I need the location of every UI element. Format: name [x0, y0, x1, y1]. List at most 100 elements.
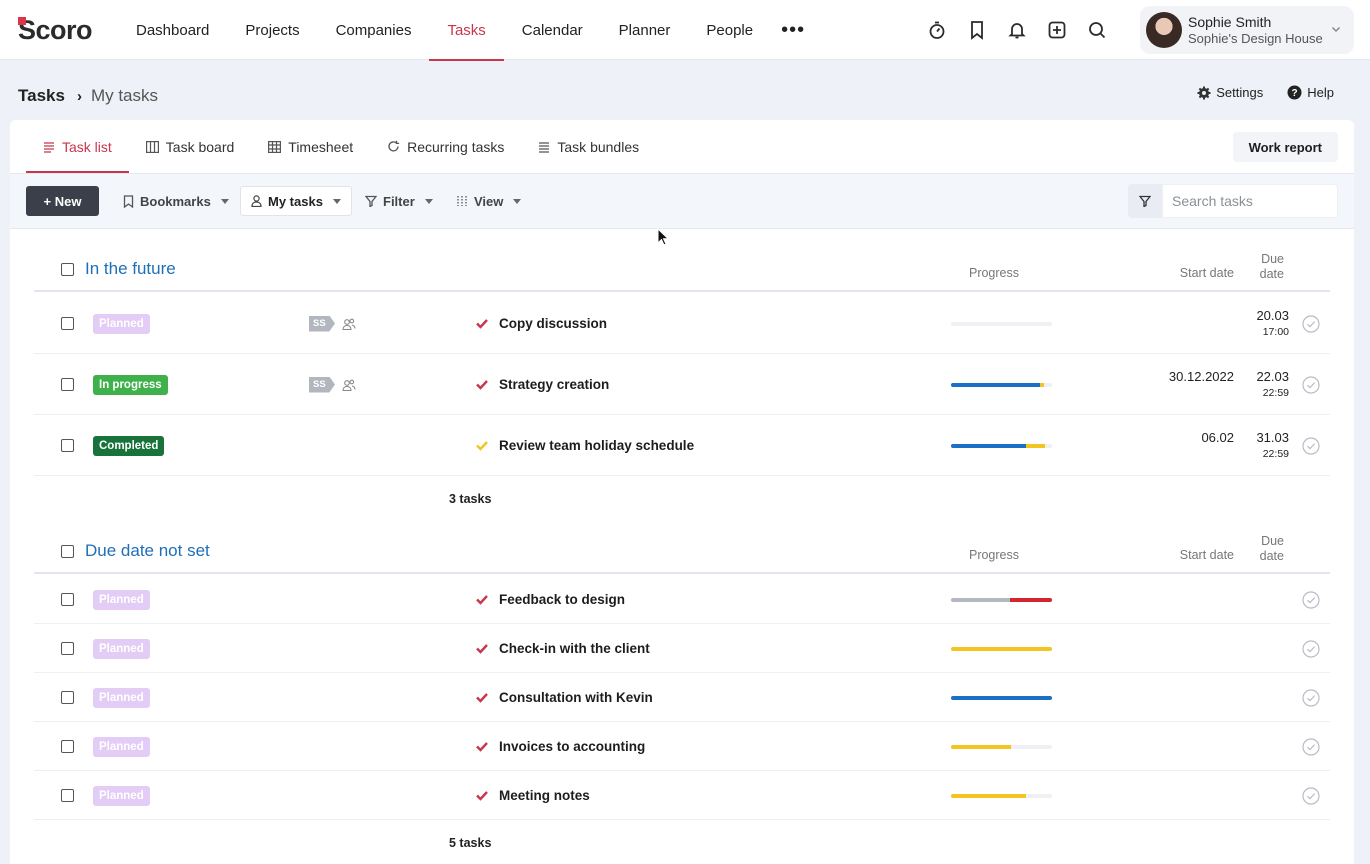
complete-task-icon[interactable]: [1302, 737, 1320, 756]
progress-bar: [951, 382, 1052, 387]
task-row[interactable]: Planned Check-in with the client: [34, 624, 1330, 673]
bell-icon[interactable]: [1005, 16, 1029, 44]
status-badge[interactable]: Planned: [93, 785, 150, 806]
complete-task-icon[interactable]: [1302, 688, 1320, 707]
task-select-checkbox[interactable]: [61, 316, 74, 330]
tab-label: Timesheet: [288, 138, 354, 155]
people-icon[interactable]: [342, 317, 356, 331]
task-name[interactable]: Copy discussion: [499, 316, 607, 331]
task-row[interactable]: Planned SS Copy discussion 20.03 17:00: [34, 293, 1330, 354]
group-title[interactable]: In the future: [85, 259, 176, 279]
nav-more-button[interactable]: •••: [771, 0, 815, 60]
task-row[interactable]: Planned Feedback to design: [34, 575, 1330, 624]
task-select-checkbox[interactable]: [61, 377, 74, 391]
task-name[interactable]: Consultation with Kevin: [499, 690, 653, 705]
user-menu[interactable]: Sophie Smith Sophie's Design House: [1140, 6, 1354, 54]
people-icon[interactable]: [342, 378, 356, 392]
nav-item-planner[interactable]: Planner: [601, 0, 689, 60]
task-select-checkbox[interactable]: [61, 641, 74, 655]
group-select-checkbox[interactable]: [61, 263, 74, 276]
priority-check-icon: [476, 594, 488, 605]
column-header-progress: Progress: [968, 548, 1020, 562]
priority-check-icon: [476, 318, 488, 329]
assignee-tag[interactable]: SS: [309, 315, 335, 332]
tab-recurring-tasks[interactable]: Recurring tasks: [370, 120, 521, 173]
task-row[interactable]: Planned Consultation with Kevin: [34, 673, 1330, 722]
work-report-button[interactable]: Work report: [1232, 132, 1338, 162]
tab-timesheet[interactable]: Timesheet: [251, 120, 370, 173]
add-icon[interactable]: [1045, 16, 1069, 44]
refresh-icon: [388, 140, 400, 152]
svg-text:?: ?: [1292, 88, 1298, 99]
start-date: 30.12.2022: [1168, 368, 1234, 384]
status-badge[interactable]: Planned: [93, 736, 150, 757]
progress-bar: [951, 695, 1052, 700]
nav-item-projects[interactable]: Projects: [227, 0, 317, 60]
nav-item-calendar[interactable]: Calendar: [504, 0, 601, 60]
group-task-count: 5 tasks: [449, 836, 492, 850]
nav-item-tasks[interactable]: Tasks: [429, 0, 505, 61]
scoro-logo[interactable]: Scoro: [18, 15, 93, 45]
task-select-checkbox[interactable]: [61, 592, 74, 606]
my-tasks-label: My tasks: [268, 193, 323, 209]
task-name[interactable]: Check-in with the client: [499, 641, 650, 656]
help-link[interactable]: ? Help: [1287, 85, 1334, 100]
task-name[interactable]: Invoices to accounting: [499, 739, 645, 754]
tab-label: Recurring tasks: [407, 138, 505, 155]
status-badge[interactable]: Completed: [93, 435, 165, 456]
breadcrumb-root[interactable]: Tasks: [18, 86, 65, 106]
group-select-checkbox[interactable]: [61, 545, 74, 558]
filter-dropdown[interactable]: Filter: [355, 186, 443, 216]
nav-item-companies[interactable]: Companies: [318, 0, 430, 60]
search-input[interactable]: [1162, 184, 1338, 218]
status-badge[interactable]: In progress: [93, 374, 168, 395]
progress-segment: [951, 443, 1026, 448]
status-badge[interactable]: Planned: [93, 687, 150, 708]
columns-icon: [457, 196, 467, 206]
task-row[interactable]: Completed Review team holiday schedule 06…: [34, 415, 1330, 476]
view-dropdown[interactable]: View: [446, 186, 531, 216]
task-name[interactable]: Feedback to design: [499, 592, 625, 607]
settings-link[interactable]: Settings: [1197, 85, 1263, 100]
task-row[interactable]: In progress SS Strategy creation 30.12.202…: [34, 354, 1330, 415]
task-select-checkbox[interactable]: [61, 438, 74, 452]
task-name[interactable]: Review team holiday schedule: [499, 438, 694, 453]
task-row[interactable]: Planned Invoices to accounting: [34, 722, 1330, 771]
complete-task-icon[interactable]: [1302, 786, 1320, 805]
task-select-checkbox[interactable]: [61, 788, 74, 802]
task-list-card: Task list Task board Timesheet Recurring…: [10, 120, 1354, 864]
task-select-checkbox[interactable]: [61, 739, 74, 753]
search-filter-button[interactable]: [1128, 184, 1162, 218]
new-task-button[interactable]: + New: [26, 186, 99, 216]
search-icon[interactable]: [1085, 16, 1109, 44]
tab-task-bundles[interactable]: Task bundles: [521, 120, 656, 173]
list-icon: [44, 141, 54, 153]
tab-task-list[interactable]: Task list: [26, 120, 129, 173]
due-header-line2: date: [1259, 267, 1284, 281]
bookmarks-dropdown[interactable]: Bookmarks: [113, 186, 239, 216]
status-badge[interactable]: Planned: [93, 313, 150, 334]
assignee-tag[interactable]: SS: [309, 376, 335, 393]
timer-icon[interactable]: [925, 16, 949, 44]
complete-task-icon[interactable]: [1302, 375, 1320, 394]
due-date-value: 22.03: [1256, 368, 1289, 384]
complete-task-icon[interactable]: [1302, 639, 1320, 658]
filter-label: Filter: [383, 193, 415, 209]
bookmark-icon[interactable]: [965, 16, 989, 44]
bookmark-icon: [123, 194, 134, 208]
task-select-checkbox[interactable]: [61, 690, 74, 704]
tab-task-board[interactable]: Task board: [129, 120, 251, 173]
task-row[interactable]: Planned Meeting notes: [34, 771, 1330, 820]
status-badge[interactable]: Planned: [93, 638, 150, 659]
group-title[interactable]: Due date not set: [85, 541, 210, 561]
my-tasks-dropdown[interactable]: My tasks: [240, 186, 352, 216]
task-name[interactable]: Strategy creation: [499, 377, 609, 392]
nav-item-dashboard[interactable]: Dashboard: [118, 0, 227, 60]
complete-task-icon[interactable]: [1302, 314, 1320, 333]
complete-task-icon[interactable]: [1302, 436, 1320, 455]
task-name[interactable]: Meeting notes: [499, 788, 590, 803]
group-task-count: 3 tasks: [449, 492, 492, 506]
status-badge[interactable]: Planned: [93, 589, 150, 610]
nav-item-people[interactable]: People: [688, 0, 771, 60]
complete-task-icon[interactable]: [1302, 590, 1320, 609]
